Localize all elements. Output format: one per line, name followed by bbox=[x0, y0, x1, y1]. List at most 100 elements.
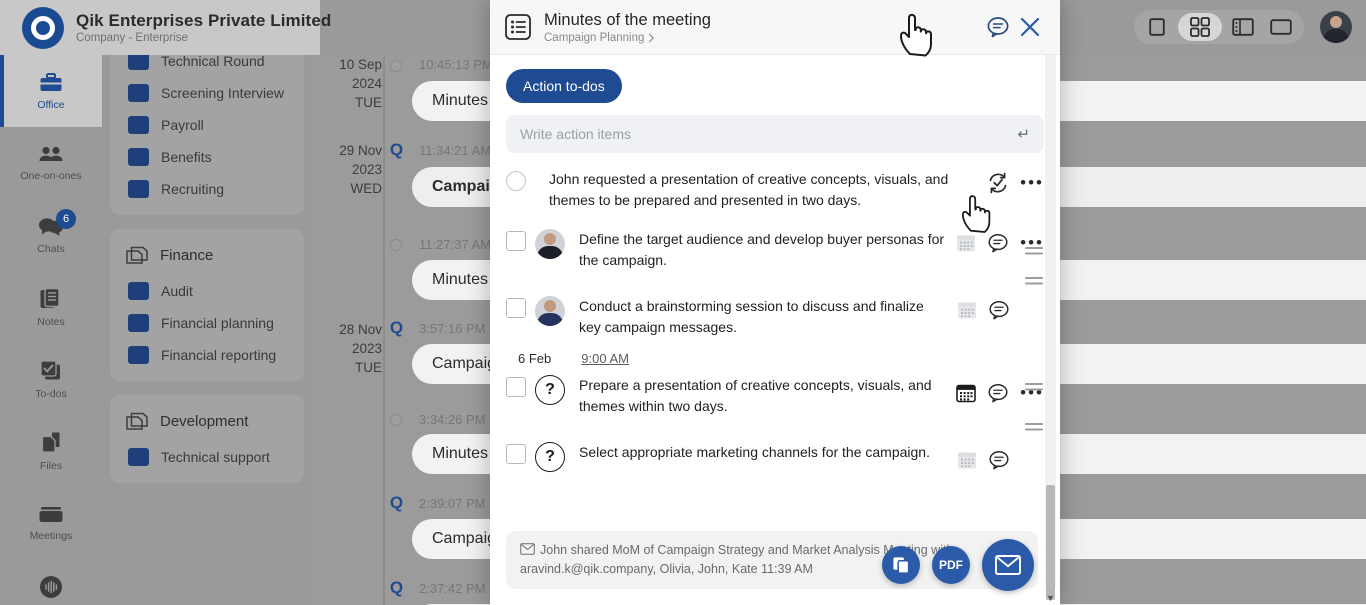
chats-unread-badge: 6 bbox=[56, 209, 76, 229]
email-button[interactable] bbox=[982, 539, 1034, 591]
folder-item[interactable]: Screening Interview bbox=[110, 77, 304, 109]
split-view-button[interactable] bbox=[1226, 13, 1260, 41]
timeline-date-day: 28 Nov bbox=[324, 320, 382, 339]
folder-swatch-icon bbox=[128, 55, 149, 70]
task-text: Define the target audience and develop b… bbox=[579, 229, 956, 271]
folder-item-label: Screening Interview bbox=[161, 85, 284, 101]
folder-item[interactable]: Recruiting bbox=[110, 173, 304, 205]
calendar-icon[interactable] bbox=[956, 233, 976, 253]
assignee-avatar[interactable] bbox=[535, 229, 565, 259]
window-view-button[interactable] bbox=[1264, 13, 1298, 41]
task-checkbox[interactable] bbox=[506, 231, 526, 251]
user-avatar[interactable] bbox=[1320, 11, 1352, 43]
task-checkbox[interactable] bbox=[506, 377, 526, 397]
tablet-view-icon bbox=[1149, 18, 1165, 36]
assignee-avatar[interactable] bbox=[535, 296, 565, 326]
folder-group-label: Development bbox=[160, 413, 248, 430]
dialog-close-button[interactable] bbox=[1014, 11, 1046, 43]
action-item-input[interactable] bbox=[520, 126, 1017, 142]
calendar-icon[interactable] bbox=[956, 383, 976, 403]
copy-button[interactable] bbox=[882, 546, 920, 584]
folder-item-label: Technical support bbox=[161, 449, 270, 465]
more-options-icon[interactable]: ••• bbox=[1020, 178, 1044, 188]
folder-group-header[interactable]: Finance bbox=[110, 235, 304, 275]
comment-icon[interactable] bbox=[987, 232, 1009, 254]
company-subtitle: Company - Enterprise bbox=[76, 32, 331, 44]
sidebar-item-meetings[interactable]: Meetings bbox=[0, 487, 102, 559]
folder-item[interactable]: Payroll bbox=[110, 109, 304, 141]
sidebar-item-files[interactable]: Files bbox=[0, 415, 102, 487]
sidebar-item-one-on-ones[interactable]: One-on-ones bbox=[0, 127, 102, 199]
calendar-icon[interactable] bbox=[957, 450, 977, 470]
folder-group: Panel Interview Technical Round Screenin… bbox=[110, 55, 304, 215]
enter-return-icon[interactable]: ↵ bbox=[1017, 125, 1030, 143]
drag-handle-icon[interactable] bbox=[1024, 380, 1044, 399]
folder-item[interactable]: Technical support bbox=[110, 441, 304, 473]
folder-item[interactable]: Audit bbox=[110, 275, 304, 307]
folder-item-label: Recruiting bbox=[161, 181, 224, 197]
task-checkbox[interactable] bbox=[506, 298, 526, 318]
tab-action-todos[interactable]: Action to-dos bbox=[506, 69, 622, 103]
comment-icon[interactable] bbox=[987, 382, 1009, 404]
drag-handle-icon[interactable] bbox=[1024, 420, 1044, 439]
sync-check-icon[interactable] bbox=[987, 172, 1009, 194]
folder-swatch-icon bbox=[128, 84, 149, 102]
sidebar-item-todos[interactable]: To-dos bbox=[0, 343, 102, 415]
timeline-dot-icon bbox=[390, 60, 402, 72]
unassigned-avatar-icon[interactable]: ? bbox=[535, 442, 565, 472]
folder-item-label: Financial reporting bbox=[161, 347, 276, 363]
task-checkbox[interactable] bbox=[506, 171, 526, 191]
grid-view-button[interactable] bbox=[1178, 13, 1222, 41]
sidebar-item-chats[interactable]: 6 Chats bbox=[0, 199, 102, 271]
screen: Qik Enterprises Private Limited Company … bbox=[0, 0, 1366, 605]
nav-rail: Office One-on-ones 6 C bbox=[0, 55, 102, 605]
group-time[interactable]: 9:00 AM bbox=[581, 351, 629, 366]
folder-group-header[interactable]: Development bbox=[110, 401, 304, 441]
folder-item[interactable]: Technical Round bbox=[110, 55, 304, 77]
task-row[interactable]: John requested a presentation of creativ… bbox=[506, 153, 1044, 218]
task-row[interactable]: ? Prepare a presentation of creative con… bbox=[506, 366, 1044, 424]
layout-switcher bbox=[1134, 10, 1304, 44]
folder-group: Development Technical support bbox=[110, 395, 304, 483]
qik-logo-icon bbox=[22, 7, 64, 49]
comment-icon[interactable] bbox=[988, 299, 1010, 321]
task-checkbox[interactable] bbox=[506, 444, 526, 464]
brand-block[interactable]: Qik Enterprises Private Limited Company … bbox=[0, 0, 320, 55]
sidebar-item-office[interactable]: Office bbox=[0, 55, 102, 127]
sidebar-item-label: To-dos bbox=[35, 388, 67, 400]
pdf-button[interactable]: PDF bbox=[932, 546, 970, 584]
folder-swatch-icon bbox=[128, 148, 149, 166]
copy-icon bbox=[892, 556, 911, 575]
unassigned-avatar-icon[interactable]: ? bbox=[535, 375, 565, 405]
task-text: Conduct a brainstorming session to discu… bbox=[579, 296, 957, 338]
scroll-down-arrow-icon[interactable]: ▼ bbox=[1045, 593, 1056, 603]
task-text: John requested a presentation of creativ… bbox=[549, 169, 987, 211]
task-row[interactable]: Define the target audience and develop b… bbox=[506, 218, 1044, 278]
folder-item[interactable]: Financial planning bbox=[110, 307, 304, 339]
folder-item[interactable]: Benefits bbox=[110, 141, 304, 173]
qik-marker-icon: Q bbox=[386, 492, 407, 513]
action-item-input-wrap[interactable]: ↵ bbox=[506, 115, 1044, 153]
qik-marker-icon: Q bbox=[386, 577, 407, 598]
sidebar-item-recordings[interactable]: Recordings bbox=[0, 559, 102, 605]
comment-icon[interactable] bbox=[988, 449, 1010, 471]
sidebar-item-label: One-on-ones bbox=[20, 170, 81, 182]
drag-handle-icon[interactable] bbox=[1024, 244, 1044, 263]
folder-icon bbox=[124, 245, 150, 265]
scrollbar-thumb[interactable] bbox=[1046, 485, 1055, 600]
folder-item-label: Financial planning bbox=[161, 315, 274, 331]
sidebar-item-notes[interactable]: Notes bbox=[0, 271, 102, 343]
breadcrumb-label: Campaign Planning bbox=[544, 32, 644, 44]
action-fab-group: PDF bbox=[882, 539, 1034, 591]
drag-handle-icon[interactable] bbox=[1024, 274, 1044, 293]
folder-item-label: Payroll bbox=[161, 117, 204, 133]
breadcrumb[interactable]: Campaign Planning bbox=[544, 32, 982, 44]
task-row[interactable]: ? Select appropriate marketing channels … bbox=[506, 424, 1044, 479]
qik-marker-icon: Q bbox=[386, 317, 407, 338]
dialog-scrollbar[interactable]: ▼ bbox=[1045, 55, 1056, 587]
task-row[interactable]: Conduct a brainstorming session to discu… bbox=[506, 278, 1044, 345]
tablet-view-button[interactable] bbox=[1140, 13, 1174, 41]
dialog-comment-button[interactable] bbox=[982, 11, 1014, 43]
calendar-icon[interactable] bbox=[957, 300, 977, 320]
folder-item[interactable]: Financial reporting bbox=[110, 339, 304, 371]
